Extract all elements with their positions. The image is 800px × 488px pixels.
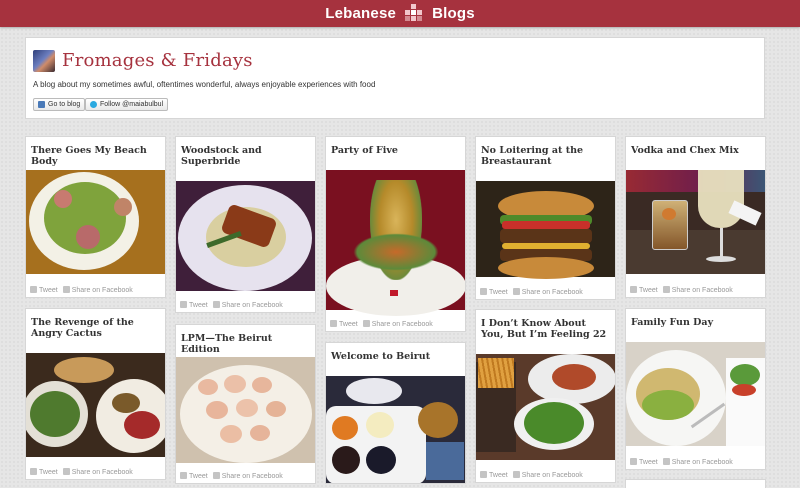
blog-description: A blog about my sometimes awful, oftenti… — [33, 80, 376, 89]
facebook-icon — [512, 471, 520, 478]
tweet-link[interactable]: Tweet — [630, 286, 658, 294]
twitter-icon — [180, 472, 187, 479]
share-bar: Tweet Share on Facebook — [180, 301, 283, 309]
tweet-link[interactable]: Tweet — [630, 458, 658, 466]
post-card[interactable]: No Loitering at the Breastaurant Tweet S… — [475, 136, 616, 300]
facebook-icon — [662, 286, 670, 293]
post-title[interactable]: I Don’t Know About You, But I’m Feeling … — [481, 318, 610, 340]
share-bar: Tweet Share on Facebook — [480, 471, 583, 479]
facebook-share-link[interactable]: Share on Facebook — [212, 301, 283, 309]
post-title[interactable]: Welcome to Beirut — [331, 351, 460, 362]
facebook-share-link[interactable]: Share on Facebook — [362, 320, 433, 328]
follow-label: Follow @maiabulbul — [100, 101, 164, 108]
tweet-link[interactable]: Tweet — [330, 320, 358, 328]
facebook-icon — [212, 472, 220, 479]
tweet-link[interactable]: Tweet — [30, 286, 58, 294]
tweet-link[interactable]: Tweet — [30, 468, 58, 476]
share-bar: Tweet Share on Facebook — [630, 286, 733, 294]
twitter-icon — [30, 468, 37, 475]
post-image[interactable] — [326, 376, 465, 483]
post-image[interactable] — [176, 357, 315, 463]
twitter-icon — [330, 320, 337, 327]
post-title[interactable]: The Revenge of the Angry Cactus — [31, 317, 160, 339]
twitter-bird-icon — [90, 101, 97, 108]
cedar-logo-icon — [402, 3, 426, 24]
post-image[interactable] — [26, 353, 165, 457]
brand-right-text: Blogs — [432, 5, 475, 22]
share-bar: Tweet Share on Facebook — [30, 468, 133, 476]
twitter-follow-button[interactable]: Follow @maiabulbul — [85, 98, 169, 111]
post-title[interactable]: Party of Five — [331, 145, 460, 156]
post-image[interactable] — [476, 181, 615, 279]
post-card[interactable]: Party of Five Tweet Share on Facebook — [325, 136, 466, 332]
post-title[interactable]: Woodstock and Superbride — [181, 145, 310, 167]
post-card[interactable]: There Goes My Beach Body Tweet Share on … — [25, 136, 166, 298]
post-card[interactable]: Welcome to Beirut — [325, 342, 466, 484]
post-title[interactable]: Family Fun Day — [631, 317, 760, 328]
post-image[interactable] — [626, 170, 765, 274]
go-to-blog-label: Go to blog — [48, 101, 81, 108]
tweet-link[interactable]: Tweet — [180, 472, 208, 480]
post-title[interactable]: No Loitering at the Breastaurant — [481, 145, 610, 167]
facebook-icon — [62, 468, 70, 475]
facebook-icon — [62, 286, 70, 293]
twitter-icon — [630, 458, 637, 465]
facebook-share-link[interactable]: Share on Facebook — [512, 471, 583, 479]
twitter-icon — [480, 288, 487, 295]
site-brand[interactable]: Lebanese Blogs — [325, 3, 475, 24]
post-title[interactable]: LPM—The Beirut Edition — [181, 333, 310, 355]
tweet-link[interactable]: Tweet — [480, 471, 508, 479]
facebook-icon — [212, 301, 220, 308]
post-card[interactable]: The Revenge of the Angry Cactus Tweet Sh… — [25, 308, 166, 480]
facebook-share-link[interactable]: Share on Facebook — [62, 468, 133, 476]
post-card[interactable]: Vodka and Chex Mix Tweet Share on Facebo… — [625, 136, 766, 298]
blog-header-card: Fromages & Fridays A blog about my somet… — [25, 37, 765, 119]
post-image[interactable] — [176, 181, 315, 291]
post-card[interactable]: I Don’t Know About You, But I’m Feeling … — [475, 309, 616, 483]
post-card[interactable]: Family Fun Day Tweet Share on Facebook — [625, 308, 766, 470]
blog-avatar[interactable] — [33, 50, 55, 72]
twitter-icon — [180, 301, 187, 308]
twitter-icon — [30, 286, 37, 293]
facebook-share-link[interactable]: Share on Facebook — [662, 458, 733, 466]
facebook-share-link[interactable]: Share on Facebook — [212, 472, 283, 480]
facebook-icon — [662, 458, 670, 465]
share-bar: Tweet Share on Facebook — [480, 288, 583, 296]
post-card[interactable]: Woodstock and Superbride Tweet Share on … — [175, 136, 316, 313]
twitter-icon — [630, 286, 637, 293]
go-to-blog-button[interactable]: Go to blog — [33, 98, 86, 111]
post-image[interactable] — [476, 354, 615, 460]
facebook-share-link[interactable]: Share on Facebook — [62, 286, 133, 294]
post-image[interactable] — [626, 342, 765, 446]
post-image[interactable] — [326, 170, 465, 316]
share-bar: Tweet Share on Facebook — [330, 320, 433, 328]
blog-title[interactable]: Fromages & Fridays — [62, 50, 253, 71]
post-card[interactable]: LPM—The Beirut Edition Tweet Share on Fa… — [175, 324, 316, 484]
facebook-icon — [362, 320, 370, 327]
share-bar: Tweet Share on Facebook — [30, 286, 133, 294]
facebook-share-link[interactable]: Share on Facebook — [512, 288, 583, 296]
blog-icon — [38, 101, 45, 108]
post-title[interactable]: Vodka and Chex Mix — [631, 145, 760, 156]
post-title[interactable]: There Goes My Beach Body — [31, 145, 160, 167]
post-card[interactable] — [625, 479, 766, 488]
twitter-icon — [480, 471, 487, 478]
tweet-link[interactable]: Tweet — [480, 288, 508, 296]
tweet-link[interactable]: Tweet — [180, 301, 208, 309]
brand-left-text: Lebanese — [325, 5, 397, 22]
share-bar: Tweet Share on Facebook — [630, 458, 733, 466]
site-header: Lebanese Blogs — [0, 0, 800, 27]
share-bar: Tweet Share on Facebook — [180, 472, 283, 480]
facebook-share-link[interactable]: Share on Facebook — [662, 286, 733, 294]
post-image[interactable] — [26, 170, 165, 274]
facebook-icon — [512, 288, 520, 295]
